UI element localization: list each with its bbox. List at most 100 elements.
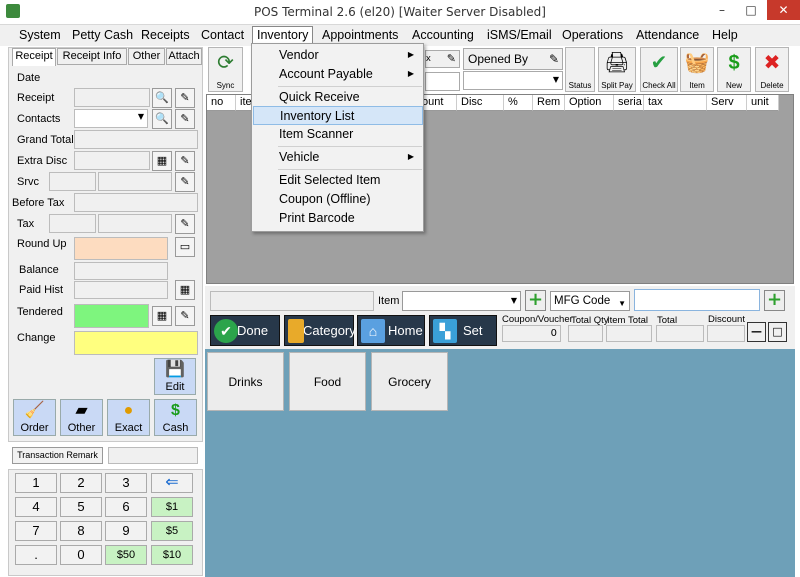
backspace-button[interactable]: ⇐ [151,473,193,493]
barcode-input[interactable] [634,289,760,311]
add-item-button[interactable]: + [525,290,546,311]
display-icon[interactable]: ▭ [175,237,195,257]
tendered-field[interactable] [74,304,149,328]
set-button[interactable]: ▚ Set [429,315,497,346]
edit-button[interactable]: 💾 Edit [154,358,196,395]
collapse-button[interactable]: — [747,322,766,342]
menu-item-edit-selected-item[interactable]: Edit Selected Item [253,171,423,190]
key-4[interactable]: 4 [15,497,57,517]
status-button[interactable]: Status [565,47,595,92]
column-header[interactable]: ite [236,95,252,111]
column-header[interactable]: Disc [457,95,504,111]
key-8[interactable]: 8 [60,521,102,541]
calculator-icon[interactable]: ▦ [152,151,172,171]
check-all-button[interactable]: ✔ Check All [640,47,678,92]
menu-help[interactable]: Help [712,27,738,45]
receipt-field[interactable] [74,88,150,107]
tab-attach[interactable]: Attach [166,48,202,65]
menu-item-coupon-offline[interactable]: Coupon (Offline) [253,190,423,209]
broom-icon[interactable]: ✎ [175,306,195,326]
category-grocery[interactable]: Grocery [371,352,448,411]
calculator-icon[interactable]: ▦ [175,280,195,300]
tab-receipt-info[interactable]: Receipt Info [57,48,127,65]
menu-operations[interactable]: Operations [562,27,623,45]
key-1[interactable]: 1 [15,473,57,493]
broom-icon[interactable]: ✎ [175,151,195,171]
other-button[interactable]: ▰ Other [60,399,103,436]
expand-button[interactable]: □ [768,322,787,342]
srvc-rate-field[interactable] [49,172,96,191]
category-button[interactable]: Category [284,315,356,346]
new-button[interactable]: $ New [717,47,751,92]
menu-item-print-barcode[interactable]: Print Barcode [253,209,423,228]
key-7[interactable]: 7 [15,521,57,541]
round-up-field[interactable] [74,237,168,260]
menu-petty-cash[interactable]: Petty Cash [72,27,133,45]
cash-button[interactable]: $ Cash [154,399,197,436]
menu-item-inventory-list[interactable]: Inventory List [253,106,423,125]
category-drinks[interactable]: Drinks [207,352,284,411]
column-header[interactable]: tax [644,95,707,111]
broom-icon[interactable]: ✎ [447,52,456,65]
menu-item-item-scanner[interactable]: Item Scanner [253,125,423,144]
menu-attendance[interactable]: Attendance [636,27,699,45]
tab-receipt[interactable]: Receipt [12,48,56,66]
broom-icon[interactable]: ✎ [549,49,559,69]
minimize-button[interactable]: – [708,0,736,20]
calculator-icon[interactable]: ▦ [152,306,172,326]
menu-item-vendor[interactable]: Vendor ▶ [253,46,423,65]
menu-isms-email[interactable]: iSMS/Email [487,27,552,45]
broom-icon[interactable]: ✎ [175,88,195,108]
menu-receipts[interactable]: Receipts [141,27,190,45]
exact-button[interactable]: ● Exact [107,399,150,436]
search-icon[interactable]: 🔍 [152,88,172,108]
maximize-button[interactable]: □ [737,0,765,20]
extra-disc-field[interactable] [74,151,150,170]
column-header[interactable]: Option [565,95,614,111]
money-50-button[interactable]: $50 [105,545,147,565]
sync-button[interactable]: ⟳ Sync [208,47,243,92]
transaction-remark-button[interactable]: Transaction Remark [12,447,103,464]
transaction-remark-field[interactable] [108,447,198,464]
opened-by-select[interactable]: ▼ [463,71,563,90]
menu-contact[interactable]: Contact [201,27,244,45]
broom-icon[interactable]: ✎ [175,214,195,234]
split-pay-button[interactable]: 🖨 Split Pay [598,47,636,92]
mfg-code-select[interactable]: MFG Code ▼ [550,291,630,311]
column-header[interactable]: unit [747,95,779,111]
menu-system[interactable]: System [19,27,61,45]
broom-icon[interactable]: ✎ [175,172,195,192]
home-button[interactable]: ⌂ Home [357,315,425,346]
key-0[interactable]: 0 [60,545,102,565]
money-5-button[interactable]: $5 [151,521,193,541]
key-dot[interactable]: . [15,545,57,565]
money-1-button[interactable]: $1 [151,497,193,517]
search-icon[interactable]: 🔍 [152,109,172,129]
field-x[interactable]: x ✎ [425,50,460,68]
broom-icon[interactable]: ✎ [175,109,195,129]
key-6[interactable]: 6 [105,497,147,517]
field-blank[interactable] [425,72,460,91]
key-9[interactable]: 9 [105,521,147,541]
item-button[interactable]: 🧺 Item [680,47,714,92]
close-button[interactable]: ✕ [767,0,800,20]
tax-rate-field[interactable] [49,214,96,233]
column-header[interactable]: no [207,95,236,111]
column-header[interactable]: Rem [533,95,565,111]
tab-other[interactable]: Other [128,48,165,65]
menu-inventory[interactable]: Inventory [252,26,314,44]
add-barcode-button[interactable]: + [764,290,785,311]
key-5[interactable]: 5 [60,497,102,517]
key-2[interactable]: 2 [60,473,102,493]
column-header[interactable]: % [504,95,533,111]
order-button[interactable]: 🧹 Order [13,399,56,436]
column-header[interactable]: Serv [707,95,747,111]
contacts-select[interactable]: ▼ [74,109,148,128]
key-3[interactable]: 3 [105,473,147,493]
money-10-button[interactable]: $10 [151,545,193,565]
done-button[interactable]: ✔ Done [210,315,280,346]
delete-button[interactable]: ✖ Delete [755,47,789,92]
menu-item-quick-receive[interactable]: Quick Receive [253,88,423,107]
category-food[interactable]: Food [289,352,366,411]
menu-item-vehicle[interactable]: Vehicle ▶ [253,148,423,167]
